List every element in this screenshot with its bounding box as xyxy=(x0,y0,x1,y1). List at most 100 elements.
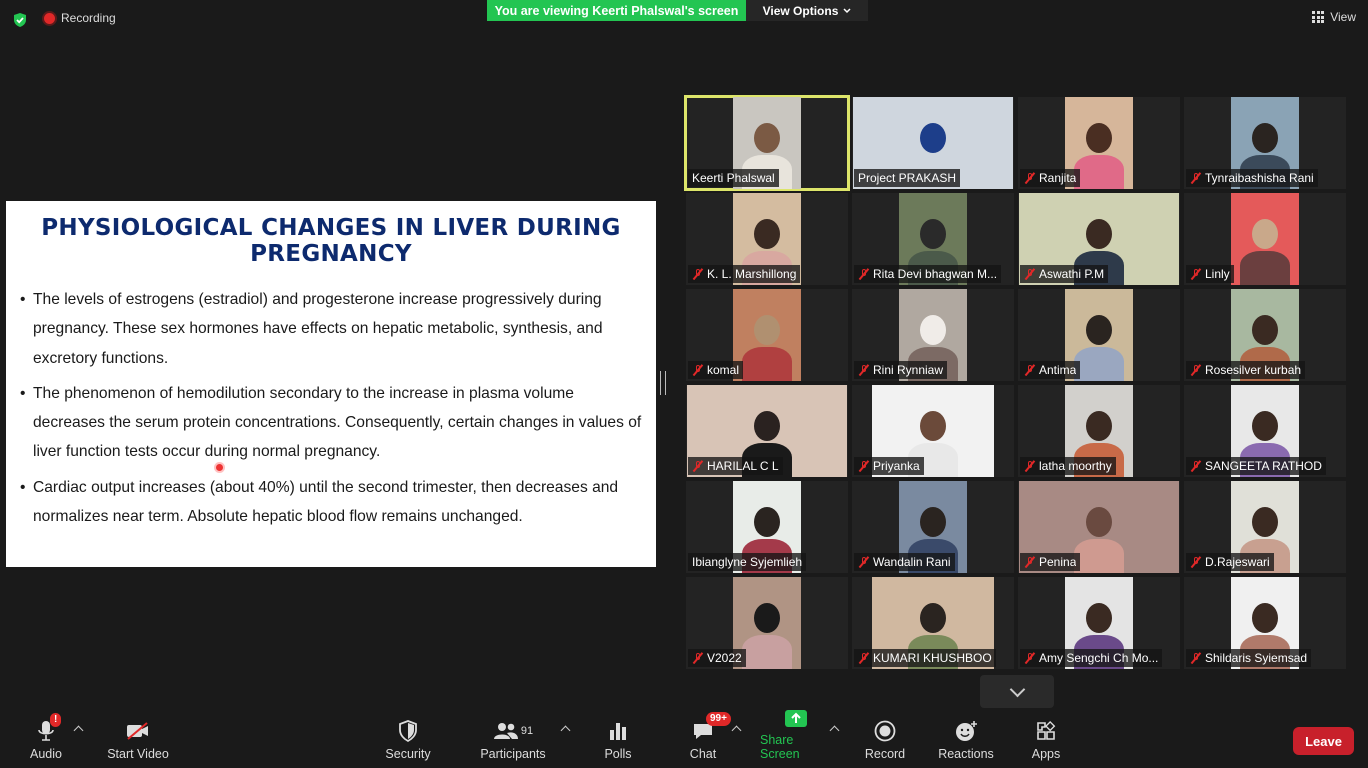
participant-name: V2022 xyxy=(707,651,742,665)
participant-name-tag: Amy Sengchi Ch Mo... xyxy=(1020,649,1163,667)
slide-bullet: The levels of estrogens (estradiol) and … xyxy=(20,285,646,373)
chat-options-caret[interactable] xyxy=(731,725,742,736)
slide-title-line-1: PHYSIOLOGICAL CHANGES IN LIVER DURING xyxy=(41,215,621,241)
mic-muted-icon xyxy=(1190,172,1202,184)
participant-video xyxy=(1231,193,1299,285)
chevron-down-icon xyxy=(843,7,851,13)
participant-name: Priyanka xyxy=(873,459,920,473)
grid-view-icon xyxy=(1312,11,1325,23)
audio-options-caret[interactable] xyxy=(73,725,84,736)
start-video-button[interactable]: Start Video xyxy=(105,714,171,768)
recording-icon xyxy=(44,12,55,24)
participant-name-tag: Rini Rynniaw xyxy=(854,361,948,379)
participant-tile[interactable]: Amy Sengchi Ch Mo... xyxy=(1018,577,1180,669)
slide-title: PHYSIOLOGICAL CHANGES IN LIVER DURING PR… xyxy=(6,215,656,267)
apps-button[interactable]: Apps xyxy=(1028,714,1064,768)
participant-name-tag: Aswathi P.M xyxy=(1020,265,1109,283)
record-label: Record xyxy=(864,747,906,761)
participant-tile[interactable]: HARILAL C L xyxy=(686,385,848,477)
participant-name-tag: SANGEETA RATHOD xyxy=(1186,457,1326,475)
participant-name-tag: V2022 xyxy=(688,649,746,667)
participant-tile[interactable]: Wandalin Rani xyxy=(852,481,1014,573)
shared-screen-slide: PHYSIOLOGICAL CHANGES IN LIVER DURING PR… xyxy=(6,201,656,567)
mic-muted-icon xyxy=(858,364,870,376)
participant-tile[interactable]: D.Rajeswari xyxy=(1184,481,1346,573)
mic-muted-icon xyxy=(1024,460,1036,472)
apps-label: Apps xyxy=(1031,747,1061,761)
participant-tile[interactable]: Aswathi P.M xyxy=(1018,193,1180,285)
participants-count: 91 xyxy=(520,725,534,737)
participant-tile[interactable]: Penina xyxy=(1018,481,1180,573)
participant-tile[interactable]: Antima xyxy=(1018,289,1180,381)
mic-muted-icon xyxy=(1190,460,1202,472)
participant-tile[interactable]: komal xyxy=(686,289,848,381)
participant-video xyxy=(733,289,801,381)
participant-name: Rosesilver kurbah xyxy=(1205,363,1302,377)
mic-muted-icon xyxy=(1024,172,1036,184)
participant-name-tag: Linly xyxy=(1186,265,1234,283)
participants-button[interactable]: 91 Participants xyxy=(480,714,546,768)
participant-name: Tynraibashisha Rani xyxy=(1205,171,1314,185)
participants-label: Participants xyxy=(480,747,546,761)
share-screen-button[interactable]: Share Screen xyxy=(760,710,832,768)
participant-name: SANGEETA RATHOD xyxy=(1205,459,1322,473)
mic-muted-icon xyxy=(1024,556,1036,568)
participant-tile[interactable]: Rita Devi bhagwan M... xyxy=(852,193,1014,285)
chat-unread-badge: 99+ xyxy=(706,712,731,726)
participant-name: HARILAL C L xyxy=(707,459,779,473)
participant-tile[interactable]: Ibianglyne Syjemlieh xyxy=(686,481,848,573)
participant-name-tag: KUMARI KHUSHBOO xyxy=(854,649,996,667)
participant-name: Rita Devi bhagwan M... xyxy=(873,267,998,281)
split-view-divider-handle[interactable] xyxy=(660,371,666,395)
audio-label: Audio xyxy=(30,747,62,761)
chat-label: Chat xyxy=(689,747,717,761)
share-screen-icon xyxy=(785,710,807,727)
mic-muted-icon xyxy=(692,364,704,376)
participant-tile[interactable]: Project PRAKASH xyxy=(852,97,1014,189)
participant-tile[interactable]: Rosesilver kurbah xyxy=(1184,289,1346,381)
audio-button[interactable]: ! Audio xyxy=(28,713,64,768)
participant-name: Penina xyxy=(1039,555,1077,569)
participant-tile[interactable]: K. L. Marshillong xyxy=(686,193,848,285)
participant-tile[interactable]: Priyanka xyxy=(852,385,1014,477)
participant-name-tag: D.Rajeswari xyxy=(1186,553,1274,571)
participant-name-tag: Priyanka xyxy=(854,457,924,475)
polls-button[interactable]: Polls xyxy=(600,714,636,768)
participant-tile[interactable]: KUMARI KHUSHBOO xyxy=(852,577,1014,669)
view-button[interactable]: View xyxy=(1312,10,1356,24)
participant-tile[interactable]: Ranjita xyxy=(1018,97,1180,189)
participant-name: Antima xyxy=(1039,363,1077,377)
chat-button[interactable]: 99+ Chat xyxy=(686,712,731,768)
leave-meeting-button[interactable]: Leave xyxy=(1293,727,1354,755)
participant-tile[interactable]: Keerti Phalswal xyxy=(684,95,850,191)
record-button[interactable]: Record xyxy=(864,714,906,768)
view-label: View xyxy=(1330,10,1356,24)
participant-tile[interactable]: Tynraibashisha Rani xyxy=(1184,97,1346,189)
participant-tile[interactable]: Linly xyxy=(1184,193,1346,285)
participant-tile[interactable]: latha moorthy xyxy=(1018,385,1180,477)
recording-indicator[interactable]: Recording xyxy=(44,11,116,25)
participant-tile[interactable]: SANGEETA RATHOD xyxy=(1184,385,1346,477)
participant-name: D.Rajeswari xyxy=(1205,555,1270,569)
reactions-button[interactable]: Reactions xyxy=(938,714,994,768)
audio-warning-badge: ! xyxy=(50,713,62,727)
participant-name-tag: Ibianglyne Syjemlieh xyxy=(688,553,807,571)
participant-name: Ibianglyne Syjemlieh xyxy=(692,555,803,569)
participant-tile[interactable]: Rini Rynniaw xyxy=(852,289,1014,381)
participant-tile[interactable]: Shildaris Syiemsad xyxy=(1184,577,1346,669)
participant-name-tag: Tynraibashisha Rani xyxy=(1186,169,1318,187)
view-options-button[interactable]: View Options xyxy=(746,0,868,21)
participant-name: KUMARI KHUSHBOO xyxy=(873,651,992,665)
participant-name-tag: Wandalin Rani xyxy=(854,553,955,571)
participant-name: Rini Rynniaw xyxy=(873,363,944,377)
security-shield-icon[interactable] xyxy=(12,12,28,28)
security-button[interactable]: Security xyxy=(383,714,433,768)
participants-icon xyxy=(493,723,518,739)
participant-tile[interactable]: V2022 xyxy=(686,577,848,669)
security-label: Security xyxy=(385,747,431,761)
participants-options-caret[interactable] xyxy=(560,725,571,736)
gallery-next-page-button[interactable] xyxy=(980,675,1054,708)
slide-bullet: Cardiac output increases (about 40%) unt… xyxy=(20,473,646,532)
mic-muted-icon xyxy=(1190,652,1202,664)
polls-icon xyxy=(610,723,626,740)
